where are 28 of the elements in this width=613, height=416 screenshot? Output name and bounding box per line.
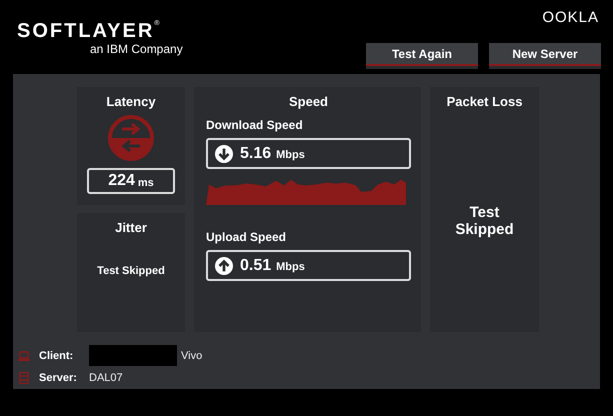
speed-label: Download Speed: [206, 118, 304, 132]
speed-unit: Mbps: [276, 149, 305, 161]
info-label: Client:: [39, 350, 74, 362]
upload-icon: [215, 256, 233, 274]
card-title: Jitter: [115, 220, 147, 235]
card-title: Packet Loss: [446, 94, 522, 109]
logo-wordmark: SOFTLAYER: [17, 20, 154, 42]
latency-icon: [108, 115, 154, 161]
latency-value: 224: [108, 172, 135, 190]
test-status: Test Skipped: [97, 265, 165, 277]
info-value: Vivo: [181, 350, 202, 362]
partner-logo: OOKLA: [542, 9, 599, 28]
speed-label: Upload Speed: [206, 230, 288, 244]
speed-value: 5.16: [240, 144, 272, 162]
card-title: Speed: [288, 94, 329, 109]
latency-unit: ms: [138, 176, 154, 188]
logo-tagline: an IBM Company: [90, 42, 183, 56]
card-title: Latency: [106, 94, 156, 109]
info-value: DAL07: [89, 372, 123, 384]
speed-unit: Mbps: [276, 261, 305, 273]
download-icon: [215, 144, 233, 162]
action-button[interactable]: New Server: [489, 43, 601, 69]
test-status: Test Skipped: [454, 204, 515, 238]
laptop-icon: [18, 350, 30, 362]
info-label: Server:: [39, 372, 78, 384]
action-button[interactable]: Test Again: [366, 43, 478, 69]
speed-value: 0.51: [240, 256, 272, 274]
server-icon: [18, 372, 30, 384]
